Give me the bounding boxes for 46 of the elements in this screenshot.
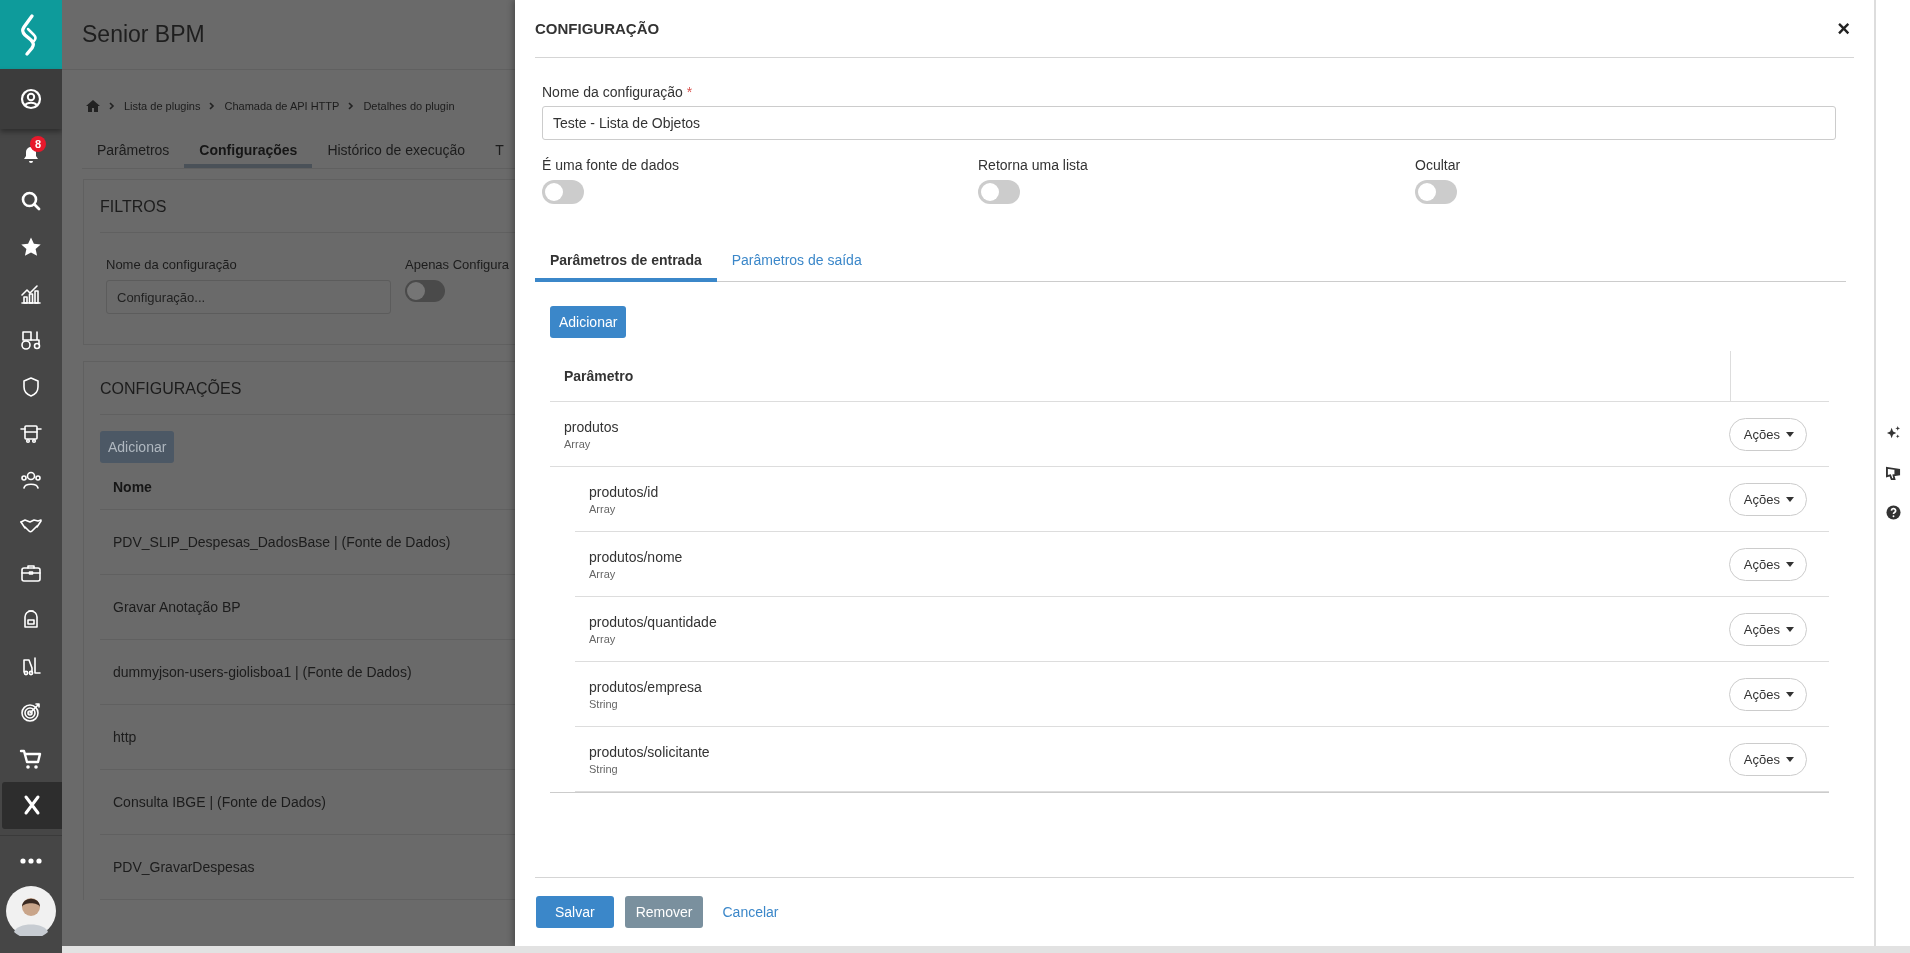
field-label: Nome da configuração * [542,84,694,100]
tab[interactable]: T [480,132,515,168]
actions-dropdown[interactable]: Ações [1728,547,1807,581]
close-button[interactable]: × [1833,15,1854,42]
parameter-type: Array [564,437,591,450]
save-button[interactable]: Salvar [536,896,614,928]
actions-dropdown[interactable]: Ações [1728,417,1807,451]
field-label: Apenas Configura [405,257,510,272]
column-header: Parâmetro [563,367,635,386]
tab[interactable]: Configurações [184,132,313,168]
parameter-name: produtos/solicitante [589,743,710,760]
tab[interactable]: Parâmetros [82,132,185,168]
tab[interactable]: Histórico de execução [312,132,481,168]
parameter-name: produtos/id [589,483,659,500]
parameter-name: produtos [564,418,619,435]
toggle-label: Retorna uma lista [978,157,1089,173]
toggle-label: É uma fonte de dados [542,157,680,173]
sidebar-item[interactable]: 8 [0,131,62,178]
actions-dropdown[interactable]: Ações [1728,482,1807,516]
actions-dropdown[interactable]: Ações [1728,677,1807,711]
parameter-name: produtos/empresa [589,678,702,695]
actions-dropdown[interactable]: Ações [1728,612,1807,646]
add-button[interactable]: Adicionar [550,306,627,338]
search-field[interactable]: Configuração... [106,280,391,314]
input-field[interactable]: Teste - Lista de Objetos [542,106,1836,140]
breadcrumb-link[interactable]: Detalhes do plugin [363,100,455,112]
dialog-title: CONFIGURAÇÃO [535,20,660,37]
remove-button[interactable]: Remover [624,896,704,928]
breadcrumb-link[interactable]: Lista de plugins [124,100,201,112]
parameter-type: Array [589,502,616,515]
actions-dropdown[interactable]: Ações [1728,742,1807,776]
parameter-name: produtos/nome [589,548,683,565]
parameter-name: produtos/quantidade [589,613,717,630]
tab[interactable]: Parâmetros de entrada [535,244,717,282]
parameter-type: Array [589,567,616,580]
parameter-type: String [589,697,618,710]
add-button[interactable]: Adicionar [100,431,175,463]
field-label: Nome da configuração [106,257,238,272]
notification-badge: 8 [30,136,46,152]
cancel-link[interactable]: Cancelar [714,904,787,920]
parameter-type: Array [589,632,616,645]
breadcrumb-link[interactable]: Chamada de API HTTP [224,100,340,112]
app-title: Senior BPM [82,21,205,48]
toggle-label: Ocultar [1415,157,1462,173]
tab[interactable]: Parâmetros de saída [716,244,877,282]
parameter-type: String [589,762,618,775]
